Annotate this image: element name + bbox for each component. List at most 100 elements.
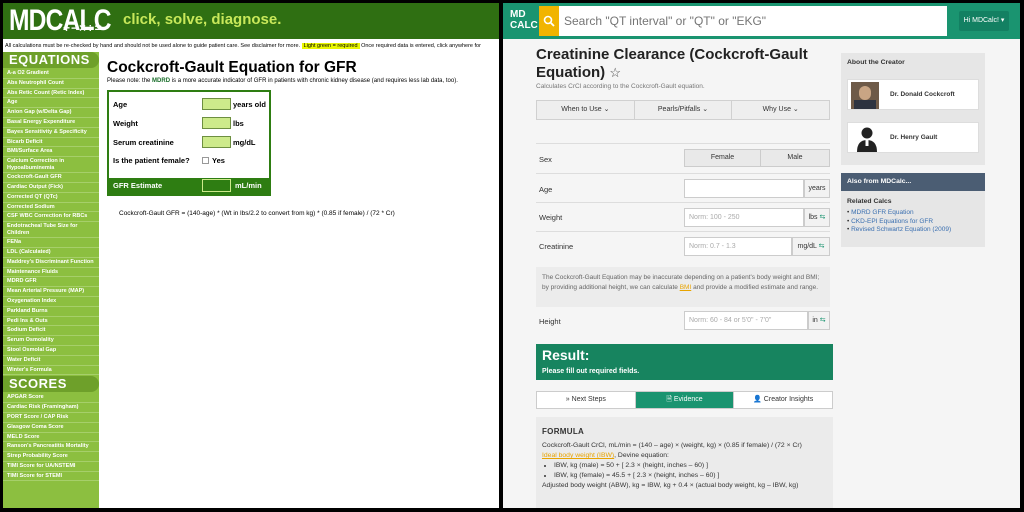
creatinine-unit-toggle[interactable]: mg/dL ⇆ <box>792 237 830 256</box>
favorite-star-icon[interactable]: ☆ <box>609 65 621 80</box>
creator-card[interactable]: Dr. Henry Gault <box>847 122 979 153</box>
sidebar-item[interactable]: Ranson's Pancreatitis Mortality <box>3 442 99 453</box>
old-formula: Cockcroft-Gault GFR = (140-age) * (Wt in… <box>119 210 395 217</box>
bmi-link[interactable]: BMI <box>680 284 692 291</box>
sidebar-item[interactable]: Bayes Sensitivity & Specificity <box>3 128 99 138</box>
sidebar-item[interactable]: PORT Score / CAP Risk <box>3 413 99 423</box>
female-checkbox[interactable] <box>202 157 209 164</box>
user-menu-button[interactable]: Hi MDCalc! ▾ <box>959 11 1009 31</box>
mdrd-link[interactable]: MDRD <box>152 78 170 84</box>
sidebar-item[interactable]: Calcium Correction in Hypoalbuminemia <box>3 157 99 174</box>
tab-pearls-pitfalls[interactable]: Pearls/Pitfalls ⌄ <box>635 101 733 119</box>
sidebar-item[interactable]: Water Deficit <box>3 356 99 366</box>
creatinine-input-new[interactable]: Norm: 0.7 - 1.3 <box>684 237 792 256</box>
old-note: Please note: the MDRD is a more accurate… <box>107 78 458 84</box>
equations-list: A-a O2 Gradient Abs Neutrophil Count Abs R… <box>3 69 99 376</box>
bmi-note: The Cockcroft-Gault Equation may be inac… <box>536 267 830 307</box>
sidebar-item[interactable]: Serum Osmolality <box>3 336 99 346</box>
avatar <box>851 82 879 109</box>
old-header: MDCALC +−×÷= click, solve, diagnose. <box>3 3 499 39</box>
sex-male-toggle[interactable]: Male <box>760 149 830 167</box>
height-input[interactable]: Norm: 60 - 84 or 5'0" - 7'0" <box>684 311 808 330</box>
age-row: Age years <box>536 173 830 202</box>
result-tabs: » Next Steps 🗎 Evidence 👤 Creator Insigh… <box>536 391 833 409</box>
tab-when-to-use[interactable]: When to Use ⌄ <box>537 101 635 119</box>
sidebar-item[interactable]: TIMI Score for STEMI <box>3 472 99 482</box>
result-panel: Result: Please fill out required fields. <box>536 344 833 380</box>
sidebar-item[interactable]: Maintenance Fluids <box>3 268 99 278</box>
formula-title: FORMULA <box>542 427 585 436</box>
weight-unit-toggle[interactable]: lbs ⇆ <box>804 208 830 227</box>
sidebar-item[interactable]: Stool Osmolal Gap <box>3 346 99 356</box>
calc-subtitle: Calculates CrCl according to the Cockcro… <box>536 83 705 90</box>
related-link[interactable]: CKD-EPI Equations for GFR <box>847 218 979 225</box>
sidebar-item[interactable]: Cardiac Risk (Framingham) <box>3 403 99 413</box>
result-title: Result: <box>542 347 590 363</box>
sidebar-item[interactable]: Cockcroft-Gault GFR <box>3 173 99 183</box>
sidebar-item[interactable]: Abs Retic Count (Retic Index) <box>3 89 99 99</box>
sidebar-item[interactable]: FENa <box>3 238 99 248</box>
sidebar-item[interactable]: Corrected QT (QTc) <box>3 193 99 203</box>
height-unit-toggle[interactable]: in ⇆ <box>808 311 830 330</box>
info-tabs: When to Use ⌄ Pearls/Pitfalls ⌄ Why Use … <box>536 100 830 120</box>
sidebar-item[interactable]: Glasgow Coma Score <box>3 423 99 433</box>
related-link[interactable]: MDRD GFR Equation <box>847 209 979 216</box>
result-subtitle: Please fill out required fields. <box>542 368 640 375</box>
sidebar-item[interactable]: LDL (Calculated) <box>3 248 99 258</box>
sidebar-item[interactable]: Parkland Burns <box>3 307 99 317</box>
search-input[interactable] <box>559 6 947 36</box>
sidebar-item[interactable]: Corrected Sodium <box>3 203 99 213</box>
new-mdcalc-page: MDCALC Hi MDCalc! ▾ Creatinine Clearance… <box>503 3 1020 508</box>
sidebar-item[interactable]: MDRD GFR <box>3 277 99 288</box>
old-logo-ops: +−×÷= <box>63 21 103 35</box>
gfr-estimate-output <box>202 179 231 192</box>
age-input[interactable] <box>202 98 231 110</box>
age-label: Age <box>113 100 128 109</box>
sidebar-item[interactable]: Age <box>3 98 99 109</box>
ibw-link[interactable]: Ideal body weight (IBW) <box>542 452 614 459</box>
creator-name: Dr. Henry Gault <box>890 134 938 141</box>
sidebar-item[interactable]: Abs Neutrophil Count <box>3 79 99 89</box>
creatinine-input[interactable] <box>202 136 231 148</box>
sidebar-item[interactable]: Anion Gap (w/Delta Gap) <box>3 108 99 118</box>
sidebar-item[interactable]: Basal Energy Expenditure <box>3 118 99 128</box>
search-icon[interactable] <box>539 6 559 36</box>
sidebar-item[interactable]: Maddrey's Discriminant Function <box>3 258 99 268</box>
sex-row: Sex Female Male <box>536 143 830 173</box>
creator-card[interactable]: Dr. Donald Cockcroft <box>847 79 979 110</box>
sidebar-item[interactable]: Cardiac Output (Fick) <box>3 183 99 193</box>
weight-input[interactable] <box>202 117 231 129</box>
related-calcs: Related Calcs MDRD GFR Equation CKD-EPI … <box>841 191 985 247</box>
sidebar-item[interactable]: Bicarb Deficit <box>3 138 99 148</box>
sidebar-item[interactable]: APGAR Score <box>3 393 99 404</box>
swap-arrows-icon: ⇆ <box>819 214 826 221</box>
tab-evidence[interactable]: 🗎 Evidence <box>635 392 735 408</box>
weight-input-new[interactable]: Norm: 100 - 250 <box>684 208 804 227</box>
sidebar-item[interactable]: Endotracheal Tube Size for Children <box>3 222 99 239</box>
avatar-placeholder-icon <box>857 127 877 152</box>
sex-female-toggle[interactable]: Female <box>684 149 761 167</box>
sidebar-item[interactable]: Winter's Formula <box>3 366 99 376</box>
sidebar-item[interactable]: Mean Arterial Pressure (MAP) <box>3 287 99 297</box>
sidebar-item[interactable]: MELD Score <box>3 433 99 443</box>
old-disclaimer: All calculations must be re-checked by h… <box>3 40 499 52</box>
tab-next-steps[interactable]: » Next Steps <box>537 392 636 408</box>
related-link[interactable]: Revised Schwartz Equation (2009) <box>847 226 979 233</box>
comparison-screenshot: MDCALC +−×÷= click, solve, diagnose. All… <box>0 0 1024 512</box>
sidebar-item[interactable]: A-a O2 Gradient <box>3 69 99 79</box>
tab-why-use[interactable]: Why Use ⌄ <box>732 101 829 119</box>
age-input-new[interactable] <box>684 179 804 198</box>
abw-line: Adjusted body weight (ABW), kg = IBW, kg… <box>542 482 799 489</box>
sidebar-item[interactable]: BMI/Surface Area <box>3 147 99 158</box>
sidebar-item[interactable]: CSF WBC Correction for RBCs <box>3 212 99 223</box>
scores-section-header: SCORES <box>3 376 99 393</box>
sidebar-item[interactable]: Pedi Ins & Outs <box>3 317 99 327</box>
mdcalc-logo[interactable]: MD CALC <box>510 9 538 31</box>
female-label: Is the patient female? <box>113 156 190 165</box>
sidebar-item[interactable]: Sodium Deficit <box>3 326 99 337</box>
sidebar-item[interactable]: Strep Probability Score <box>3 452 99 462</box>
sidebar-item[interactable]: Oxygenation Index <box>3 297 99 307</box>
sidebar-item[interactable]: TIMI Score for UA/NSTEMI <box>3 462 99 472</box>
tab-creator-insights[interactable]: 👤 Creator Insights <box>734 392 832 408</box>
weight-row: Weight Norm: 100 - 250 lbs ⇆ <box>536 202 830 231</box>
